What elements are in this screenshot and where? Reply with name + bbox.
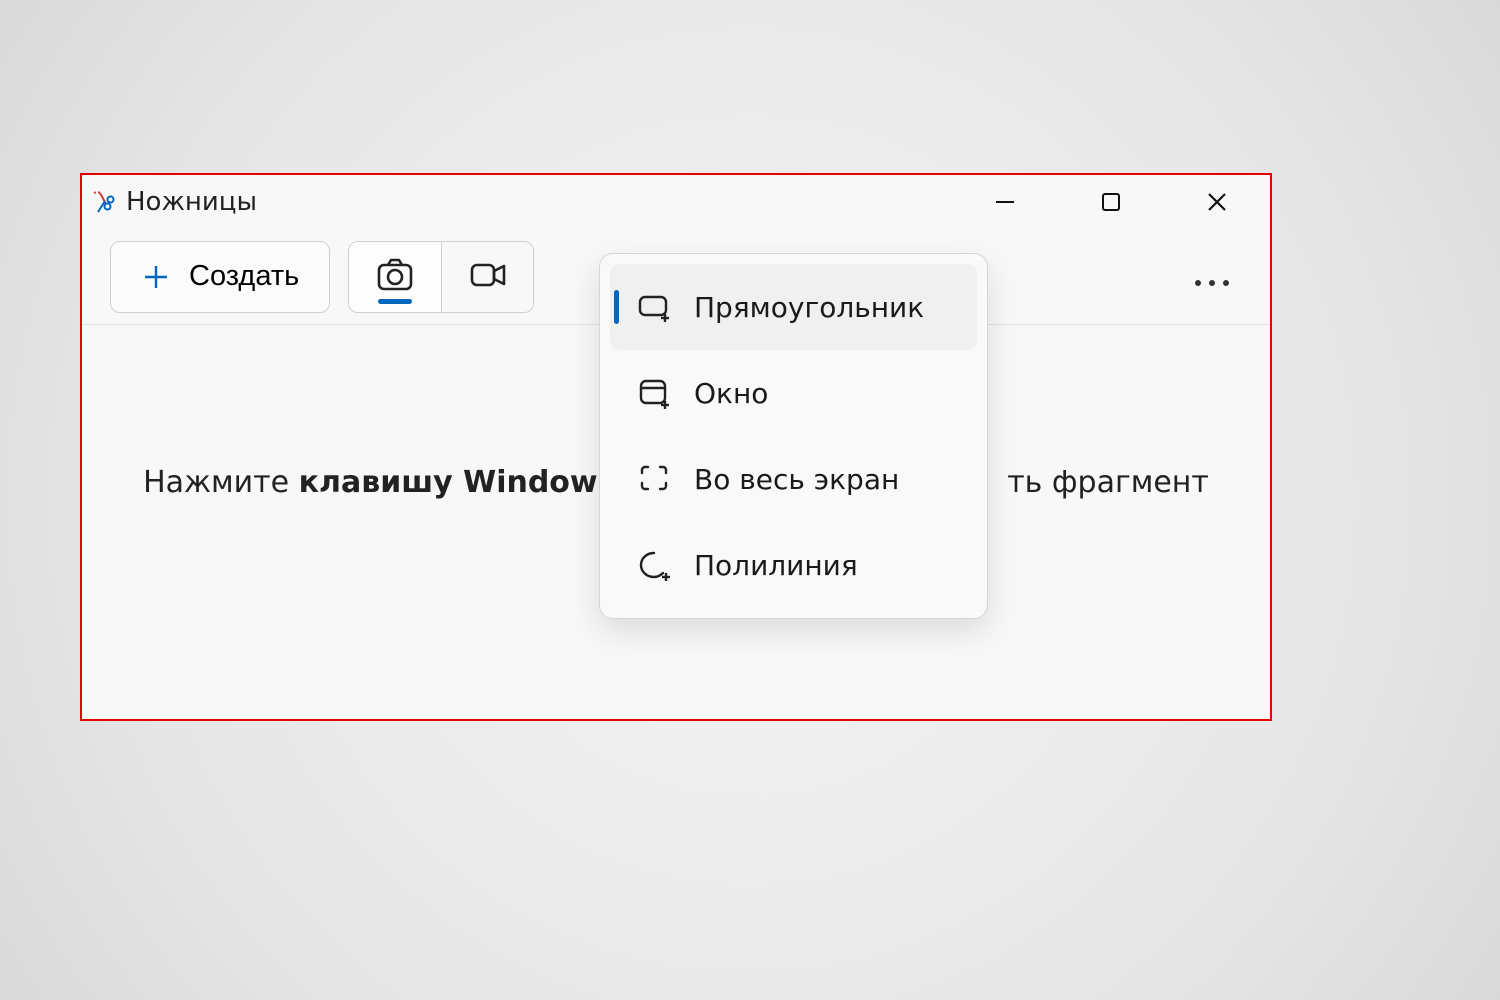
menu-item-freeform[interactable]: Полилиния <box>610 522 977 608</box>
menu-item-fullscreen[interactable]: Во весь экран <box>610 436 977 522</box>
rectangle-icon <box>636 289 672 325</box>
plus-icon <box>141 262 171 292</box>
titlebar: Ножницы <box>82 175 1270 229</box>
menu-item-label: Прямоугольник <box>694 291 924 324</box>
menu-item-label: Окно <box>694 377 768 410</box>
video-icon <box>467 254 509 300</box>
shape-menu: Прямоугольник Окно Во весь экран <box>599 253 988 619</box>
maximize-button[interactable] <box>1088 179 1134 225</box>
fullscreen-icon <box>636 461 672 497</box>
app-title: Ножницы <box>126 187 257 217</box>
snipping-tool-window: Ножницы Создать <box>80 173 1272 721</box>
photo-mode-button[interactable] <box>349 242 441 312</box>
window-controls <box>982 179 1270 225</box>
hint-suffix: ть фрагмент <box>1007 465 1209 500</box>
more-button[interactable] <box>1182 247 1242 307</box>
menu-item-label: Полилиния <box>694 549 858 582</box>
menu-item-rectangle[interactable]: Прямоугольник <box>610 264 977 350</box>
camera-icon <box>374 254 416 300</box>
ellipsis-icon <box>1192 258 1232 296</box>
create-button-label: Создать <box>189 260 299 293</box>
hint-prefix: Нажмите <box>143 465 299 500</box>
freeform-icon <box>636 547 672 583</box>
menu-item-label: Во весь экран <box>694 463 899 496</box>
video-mode-button[interactable] <box>441 242 533 312</box>
capture-mode-group <box>348 241 534 313</box>
hint-bold: клавишу Window <box>299 465 598 500</box>
menu-item-window[interactable]: Окно <box>610 350 977 436</box>
close-button[interactable] <box>1194 179 1240 225</box>
scissors-icon <box>92 190 116 214</box>
minimize-button[interactable] <box>982 179 1028 225</box>
window-icon <box>636 375 672 411</box>
create-button[interactable]: Создать <box>110 241 330 313</box>
